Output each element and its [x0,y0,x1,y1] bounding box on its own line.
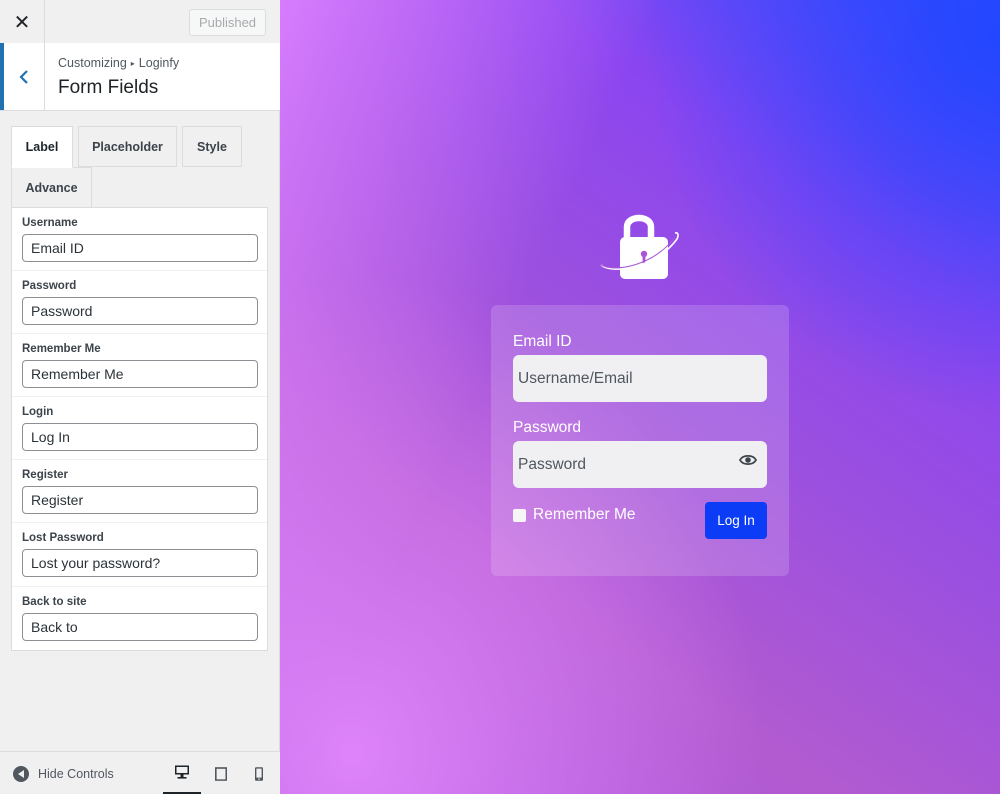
field-lost-password: Lost Password [12,523,267,587]
password-label: Password [513,419,582,436]
published-button[interactable]: Published [189,9,266,36]
password-label-input[interactable] [22,297,258,325]
field-remember-me: Remember Me [12,334,267,397]
login-label-input[interactable] [22,423,258,451]
eye-icon[interactable] [739,453,757,467]
field-label: Back to site [22,596,87,608]
field-login: Login [12,397,267,460]
password-placeholder: Password [518,455,587,473]
tab-label[interactable]: Label [11,126,73,168]
breadcrumb: Customizing ▸ Loginfy [58,56,179,70]
field-username: Username [12,208,267,271]
field-password: Password [12,271,267,334]
field-register: Register [12,460,267,523]
fields-panel: Username Password Remember Me Login Regi… [11,207,268,651]
customizer-topbar: ✕ Published [0,0,280,44]
tablet-icon [215,766,227,781]
lock-logo-icon [600,214,679,279]
device-tablet-button[interactable] [202,752,240,794]
collapse-arrow-icon [13,766,29,782]
field-label: Username [22,217,78,229]
remember-me-label-input[interactable] [22,360,258,388]
breadcrumb-root: Customizing [58,56,127,70]
login-preview: Email ID Username/Email Password Passwor… [280,0,1000,794]
customizer-footer: Hide Controls [0,751,280,794]
lost-password-label-input[interactable] [22,549,258,577]
login-button[interactable]: Log In [705,502,767,539]
username-input[interactable]: Username/Email [513,355,767,402]
register-label-input[interactable] [22,486,258,514]
field-label: Login [22,406,54,418]
remember-me[interactable]: Remember Me [513,506,636,524]
field-label: Register [22,469,69,481]
device-desktop-button[interactable] [163,752,201,794]
breadcrumb-separator: ▸ [130,59,135,68]
close-icon: ✕ [13,11,31,34]
device-mobile-button[interactable] [240,752,278,794]
close-button[interactable]: ✕ [0,0,45,44]
hide-controls-button[interactable]: Hide Controls [13,766,114,782]
customizer-sidebar: ✕ Published Customizing ▸ Loginfy Form Fie… [0,0,280,794]
field-back-to-site: Back to site [12,587,267,650]
tab-placeholder[interactable]: Placeholder [78,126,177,167]
username-label-input[interactable] [22,234,258,262]
desktop-icon [175,765,189,779]
tab-advance[interactable]: Advance [11,167,92,208]
breadcrumb-child: Loginfy [138,56,180,70]
username-label: Email ID [513,333,572,350]
login-form-card: Email ID Username/Email Password Passwor… [491,305,789,576]
section-title: Form Fields [58,77,159,98]
mobile-icon [255,766,263,781]
password-input[interactable]: Password [513,441,767,488]
remember-me-checkbox[interactable] [513,508,526,522]
remember-me-label: Remember Me [533,506,636,523]
back-to-site-label-input[interactable] [22,613,258,641]
tab-style[interactable]: Style [182,126,242,167]
section-header: Customizing ▸ Loginfy Form Fields [0,43,280,111]
field-label: Password [22,280,77,292]
chevron-left-icon [19,69,28,84]
hide-controls-label: Hide Controls [38,767,114,781]
field-label: Remember Me [22,343,101,355]
field-label: Lost Password [22,532,104,544]
back-button[interactable] [0,43,45,110]
